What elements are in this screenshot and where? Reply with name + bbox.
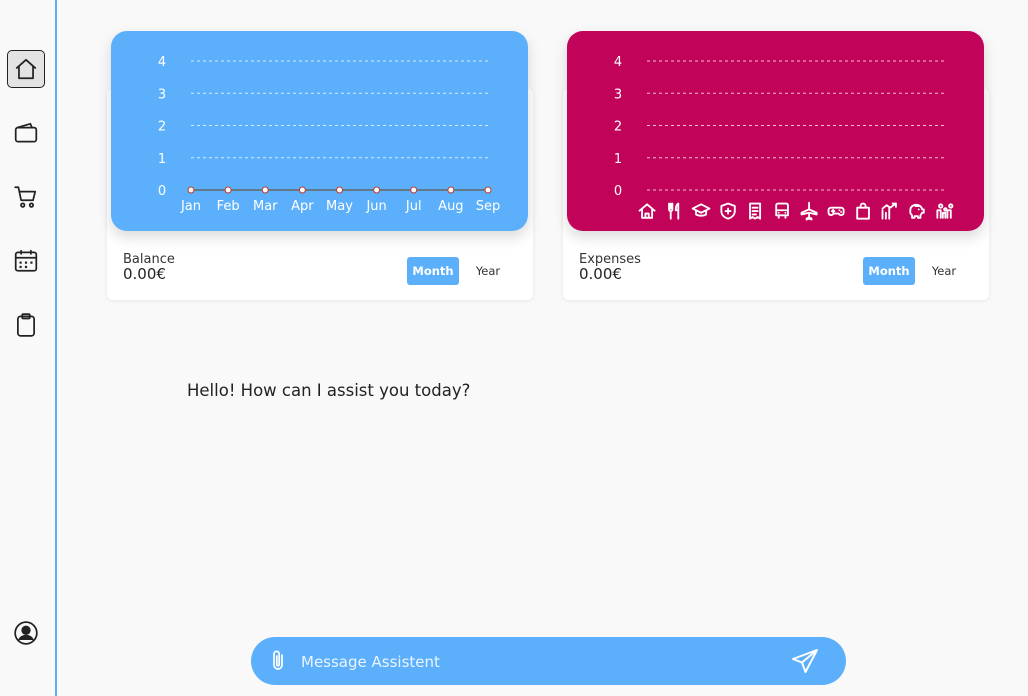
sidebar bbox=[0, 0, 57, 696]
education-icon bbox=[691, 203, 711, 217]
nav-cart-button[interactable] bbox=[7, 178, 45, 216]
transport-icon bbox=[775, 202, 789, 219]
nav-calendar-button[interactable] bbox=[7, 242, 45, 280]
travel-icon bbox=[800, 201, 818, 221]
assistant-greeting: Hello! How can I assist you today? bbox=[187, 381, 471, 400]
y-tick-label: 3 bbox=[158, 87, 166, 102]
calendar-icon bbox=[14, 250, 38, 272]
message-composer bbox=[251, 637, 846, 685]
data-point[interactable] bbox=[410, 186, 418, 194]
user-circle-icon bbox=[14, 621, 38, 645]
data-point[interactable] bbox=[484, 186, 492, 194]
expenses-chart-svg: 0 1 2 3 4 bbox=[614, 55, 954, 221]
nav-clipboard-button[interactable] bbox=[7, 306, 45, 344]
expenses-month-toggle[interactable]: Month bbox=[863, 257, 915, 285]
paperclip-icon[interactable] bbox=[269, 649, 287, 673]
expenses-value: 0.00€ bbox=[579, 265, 622, 283]
y-tick-label: 3 bbox=[614, 87, 622, 102]
y-tick-label: 4 bbox=[158, 55, 166, 70]
restaurant-icon bbox=[668, 202, 680, 220]
x-tick-label: Feb bbox=[217, 199, 240, 214]
data-point[interactable] bbox=[373, 186, 381, 194]
expenses-chart: 0 1 2 3 4 bbox=[567, 31, 984, 231]
data-point[interactable] bbox=[447, 186, 455, 194]
send-icon[interactable] bbox=[791, 648, 819, 674]
x-tick-label: May bbox=[326, 199, 353, 214]
y-tick-label: 2 bbox=[158, 120, 166, 135]
balance-month-toggle[interactable]: Month bbox=[407, 257, 459, 285]
message-input[interactable] bbox=[299, 647, 773, 677]
savings-icon bbox=[909, 203, 925, 219]
balance-chart: 0 1 2 3 4 Jan Feb Mar Apr May Jun Jul Aug Sep bbox=[111, 31, 528, 231]
x-tick-label: Mar bbox=[253, 199, 278, 214]
home-icon bbox=[638, 203, 656, 219]
clipboard-icon bbox=[17, 313, 35, 337]
family-icon bbox=[936, 203, 954, 219]
y-tick-label: 1 bbox=[614, 152, 622, 167]
y-tick-label: 4 bbox=[614, 55, 622, 70]
data-point[interactable] bbox=[224, 186, 232, 194]
data-point[interactable] bbox=[261, 186, 269, 194]
shopping-icon bbox=[856, 202, 870, 220]
bills-icon bbox=[749, 202, 762, 220]
y-tick-label: 0 bbox=[158, 184, 166, 199]
x-tick-label: Sep bbox=[476, 199, 501, 214]
wallet-icon bbox=[14, 122, 38, 143]
y-tick-label: 0 bbox=[614, 184, 622, 199]
y-tick-label: 2 bbox=[614, 120, 622, 135]
data-point[interactable] bbox=[187, 186, 195, 194]
nav-wallet-button[interactable] bbox=[7, 114, 45, 152]
x-tick-label: Jul bbox=[405, 199, 422, 214]
x-tick-label: Jun bbox=[365, 199, 386, 214]
investments-icon bbox=[881, 202, 897, 220]
y-tick-label: 1 bbox=[158, 152, 166, 167]
x-tick-label: Jan bbox=[180, 199, 201, 214]
data-point[interactable] bbox=[298, 186, 306, 194]
x-tick-label: Apr bbox=[291, 199, 314, 214]
expenses-year-toggle[interactable]: Year bbox=[924, 257, 964, 285]
health-icon bbox=[720, 202, 736, 220]
balance-value: 0.00€ bbox=[123, 265, 166, 283]
x-tick-label: Aug bbox=[438, 199, 463, 214]
data-point[interactable] bbox=[336, 186, 343, 194]
balance-chart-svg: 0 1 2 3 4 Jan Feb Mar Apr May Jun Jul Aug Sep bbox=[158, 55, 501, 214]
nav-profile-button[interactable] bbox=[7, 614, 45, 652]
cart-icon bbox=[14, 186, 37, 208]
home-icon bbox=[15, 58, 37, 80]
balance-year-toggle[interactable]: Year bbox=[468, 257, 508, 285]
nav-home-button[interactable] bbox=[7, 50, 45, 88]
gaming-icon bbox=[827, 206, 845, 216]
